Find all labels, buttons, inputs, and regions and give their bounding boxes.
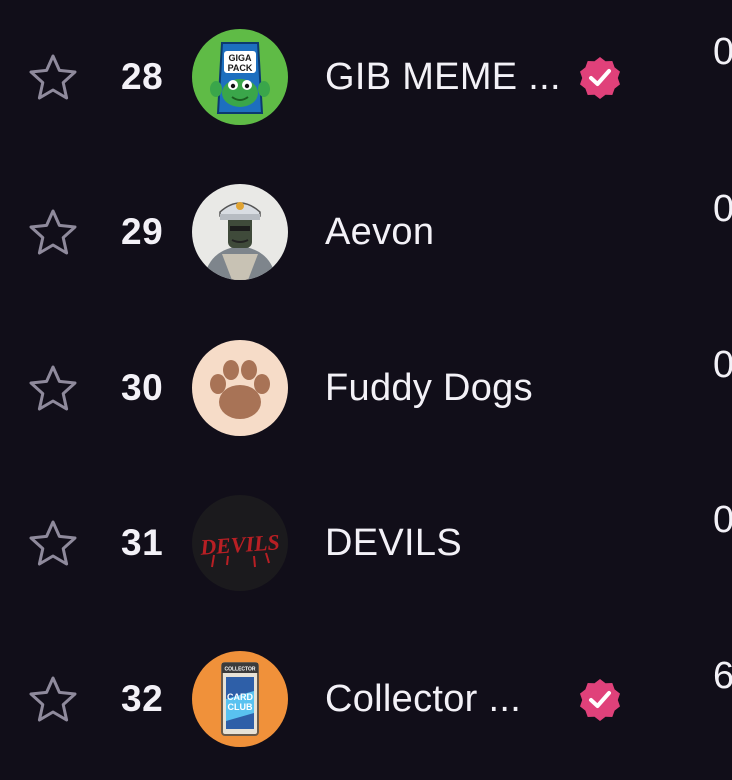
collection-avatar[interactable]: GIGA PACK [192, 29, 288, 125]
list-item[interactable]: 30 Fuddy Dogs 0 [0, 311, 732, 467]
collection-avatar[interactable]: COLLECTOR CARD CLUB [192, 651, 288, 747]
avatar-text-pack: PACK [228, 63, 253, 73]
devils-logo: DEVILS [192, 495, 288, 591]
cutoff-value: 0 [713, 188, 732, 230]
collector-card-club-logo: COLLECTOR CARD CLUB [192, 651, 288, 747]
rank-number: 28 [121, 56, 164, 97]
star-icon[interactable] [27, 519, 79, 567]
cutoff-value: 0 [713, 344, 732, 386]
list-item[interactable]: 31 DEVILS DEVILS 0 [0, 466, 732, 622]
collection-name[interactable]: Collector ... [325, 677, 521, 721]
rank-number: 30 [121, 367, 164, 408]
cutoff-value: 0 [713, 31, 732, 73]
avatar-text-collector: COLLECTOR [224, 667, 255, 673]
collection-avatar[interactable] [192, 184, 288, 280]
collection-name[interactable]: Fuddy Dogs [325, 366, 533, 410]
collection-name[interactable]: Aevon [325, 210, 434, 254]
cutoff-value: 0 [713, 499, 732, 541]
list-item[interactable]: 32 COLLECTOR CARD CLUB Collector ... 6 [0, 622, 732, 778]
giga-pack-image: GIGA PACK [192, 29, 288, 125]
star-icon[interactable] [27, 53, 79, 101]
list-item[interactable]: 28 GIGA PACK GIB MEME ... 0 [0, 0, 732, 156]
collection-name[interactable]: DEVILS [325, 521, 462, 565]
avatar-text-giga: GIGA [228, 53, 252, 63]
star-icon[interactable] [27, 364, 79, 412]
verified-badge-icon [580, 57, 620, 99]
rank-number: 32 [121, 678, 164, 719]
rank-number: 31 [121, 522, 164, 563]
avatar-text-club: CLUB [228, 702, 253, 712]
list-item[interactable]: 29 Aevon 0 [0, 155, 732, 311]
paw-icon [192, 340, 288, 436]
star-icon[interactable] [27, 208, 79, 256]
rank-number: 29 [121, 211, 164, 252]
collection-ranking-list: 28 GIGA PACK GIB MEME ... 0 29 Aevon 0 3… [0, 0, 732, 780]
collection-name[interactable]: GIB MEME ... [325, 55, 561, 99]
collection-avatar[interactable]: DEVILS [192, 495, 288, 591]
aevon-character-image [192, 184, 288, 280]
star-icon[interactable] [27, 675, 79, 723]
verified-badge-icon [580, 679, 620, 721]
collection-avatar[interactable] [192, 340, 288, 436]
cutoff-value: 6 [713, 655, 732, 697]
avatar-text-card: CARD [227, 692, 253, 702]
